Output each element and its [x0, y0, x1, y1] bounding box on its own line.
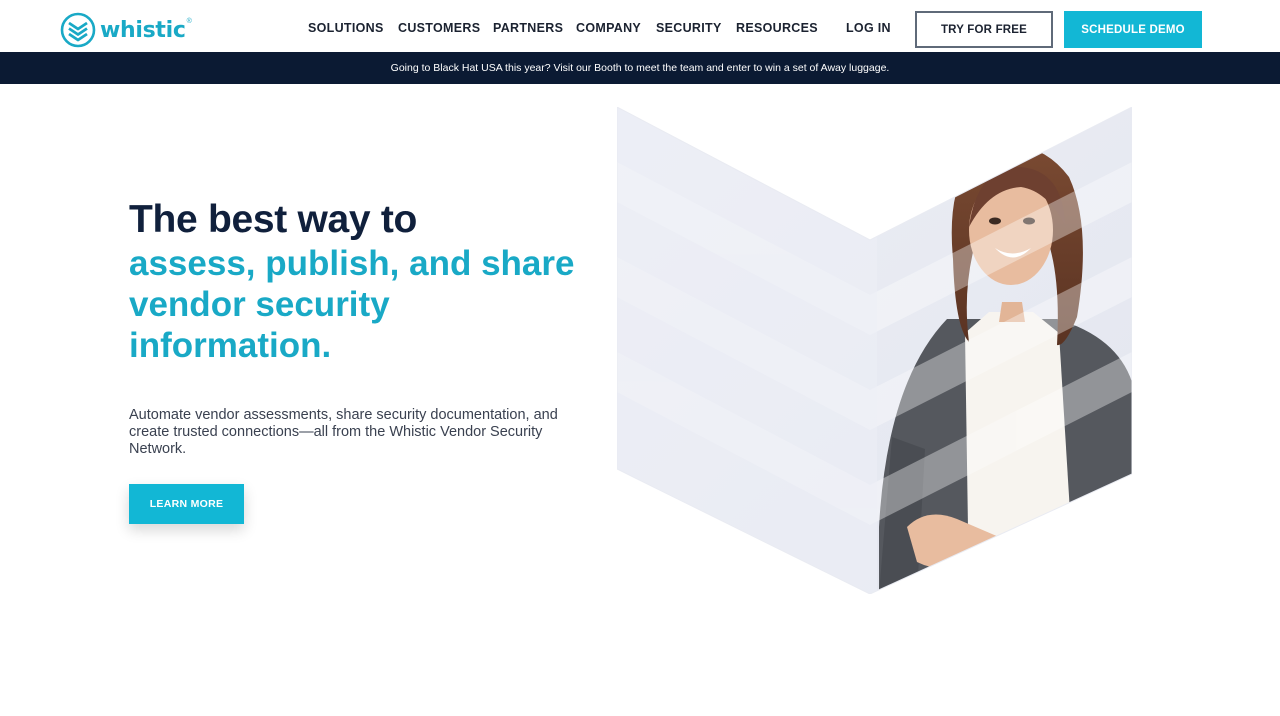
nav-solutions[interactable]: SOLUTIONS	[308, 21, 384, 35]
hero-chevron-graphic	[616, 106, 1133, 595]
site-header: whistic ® SOLUTIONS CUSTOMERS PARTNERS C…	[0, 0, 1280, 52]
hero-heading-accent: assess, publish, and share vendor securi…	[129, 244, 575, 365]
nav-partners[interactable]: PARTNERS	[493, 21, 563, 35]
schedule-demo-button[interactable]: SCHEDULE DEMO	[1064, 11, 1202, 48]
hero-heading: The best way to assess, publish, and sha…	[129, 198, 589, 366]
hero-subtitle: Automate vendor assessments, share secur…	[129, 407, 558, 457]
nav-resources[interactable]: RESOURCES	[736, 21, 818, 35]
banner-text: Going to Black Hat USA this year? Visit …	[390, 62, 890, 74]
hero-illustration	[616, 106, 1133, 595]
nav-company[interactable]: COMPANY	[576, 21, 641, 35]
whistic-logo[interactable]: whistic ®	[60, 11, 192, 49]
logo-chevron-icon	[60, 12, 96, 48]
nav-customers[interactable]: CUSTOMERS	[398, 21, 480, 35]
logo-wordmark: whistic	[100, 17, 186, 43]
learn-more-button[interactable]: LEARN MORE	[129, 484, 244, 524]
nav-security[interactable]: SECURITY	[656, 21, 722, 35]
logo-registered-mark: ®	[186, 17, 192, 25]
announcement-banner[interactable]: Going to Black Hat USA this year? Visit …	[0, 52, 1280, 84]
try-for-free-button[interactable]: TRY FOR FREE	[915, 11, 1053, 48]
login-link[interactable]: LOG IN	[846, 21, 891, 35]
hero-heading-primary: The best way to	[129, 198, 418, 241]
